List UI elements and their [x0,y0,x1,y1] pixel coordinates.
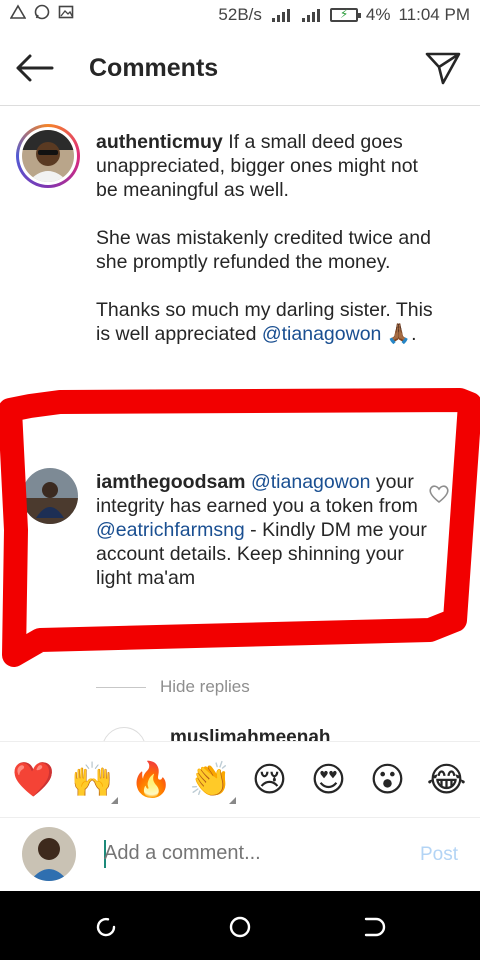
reply-button[interactable]: Reply [244,624,282,641]
recents-icon[interactable] [94,915,118,939]
avatar-photo [22,468,78,524]
comments-header: Comments [0,30,480,106]
home-icon[interactable] [228,915,252,939]
like-heart-icon[interactable] [428,484,450,504]
tears-of-joy-emoji[interactable]: 😂 [420,760,474,800]
mention-link[interactable]: @tianagowon [251,471,371,493]
clapping-hands-emoji[interactable]: 👏 [184,760,238,804]
crying-face-emoji[interactable]: 😢 [243,760,297,800]
battery-icon: ⚡ [329,7,361,22]
battery-percent: 4% [365,5,391,24]
comment-username[interactable]: iamthegoodsam [96,471,246,493]
comment-input[interactable] [104,842,394,865]
clock: 11:04 PM [398,5,470,24]
red-heart-emoji[interactable]: ❤️ [7,760,61,800]
hide-replies-label: Hide replies [160,677,250,696]
avatar-story-ring[interactable] [16,124,80,188]
emoji-quick-reactions: ❤️ 🙌 🔥 👏 😢 😍 😮 😂 [0,741,480,817]
comment-username[interactable]: authenticmuy [96,131,223,153]
whatsapp-icon [34,4,50,20]
system-nav-bar [0,891,480,960]
back-nav-icon[interactable] [362,915,386,939]
page-title: Comments [89,54,219,82]
avatar[interactable] [22,468,78,524]
network-speed: 52B/s [218,5,262,24]
comment-composer: Post [0,817,480,891]
comment-item: iamthegoodsam @tianagowon your integrity… [0,440,480,660]
surprised-face-emoji[interactable]: 😮 [361,760,415,800]
warning-icon [10,4,26,19]
mention-link[interactable]: @tianagowon [262,323,382,345]
comment-username[interactable]: muslimahmeenah [170,727,331,741]
raising-hands-emoji[interactable]: 🙌 [66,760,120,804]
caption-comment: authenticmuy If a small deed goes unappr… [0,106,480,406]
hd-signal-icon [301,9,320,22]
avatar [22,130,74,182]
skin-tone-indicator [110,796,118,804]
back-arrow-icon[interactable] [14,52,54,84]
likes-count[interactable]: 26 likes [159,624,210,641]
direct-message-icon[interactable] [424,50,462,86]
comment-meta: 35m 26 likes Reply [96,624,282,641]
fire-emoji[interactable]: 🔥 [125,760,179,800]
skin-tone-indicator [228,796,236,804]
avatar [22,827,76,881]
caption-text: authenticmuy If a small deed goes unappr… [96,130,436,346]
status-bar: 52B/s ⚡ 4% 11:04 PM [0,0,480,30]
post-button[interactable]: Post [420,844,458,866]
hide-replies-toggle[interactable]: Hide replies [96,677,250,697]
comment-time: 35m [96,624,126,641]
heart-eyes-emoji[interactable]: 😍 [302,760,356,800]
avatar-photo [22,827,76,881]
mention-link[interactable]: @eatrichfarmsng [96,519,245,541]
signal-icon [271,9,290,22]
comment-text: iamthegoodsam @tianagowon your integrity… [96,470,436,590]
divider-line [96,686,146,688]
gallery-icon [58,5,74,19]
caption-trailing: 🙏🏾. [381,323,417,345]
system-icons: 52B/s ⚡ 4% 11:04 PM [218,5,470,25]
notification-icons [10,4,74,20]
caption-body: If a small deed goes unappreciated, bigg… [96,131,433,345]
